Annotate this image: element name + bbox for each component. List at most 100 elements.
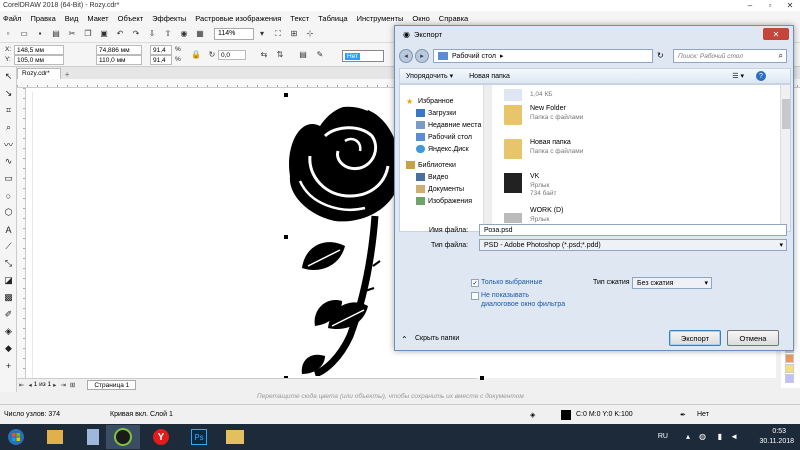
nav-scrollbar[interactable] [484, 85, 492, 231]
clock-time[interactable]: 0:53 [772, 428, 786, 435]
refresh-icon[interactable]: ↻ [657, 51, 664, 60]
organize-button[interactable]: Упорядочить ▾ [406, 72, 453, 80]
menu-edit[interactable]: Правка [30, 14, 55, 23]
compression-select[interactable]: Без сжатия ▾ [632, 277, 712, 289]
nav-recent[interactable]: Недавние места [400, 119, 483, 131]
snap-icon[interactable]: ⊹ [304, 28, 316, 40]
menu-object[interactable]: Объект [118, 14, 144, 23]
no-filter-dialog-checkbox[interactable] [471, 292, 479, 300]
maximize-icon[interactable]: ▫ [760, 0, 780, 11]
menu-table[interactable]: Таблица [318, 14, 347, 23]
last-page-icon[interactable]: ⇥ [60, 381, 65, 389]
freehand-tool-icon[interactable]: 〰 [2, 138, 15, 151]
mirror-h-icon[interactable]: ⇆ [258, 48, 270, 60]
selection-handle[interactable] [284, 235, 288, 239]
print-icon[interactable]: ▤ [50, 28, 62, 40]
new-folder-button[interactable]: Новая папка [469, 73, 510, 80]
smart-fill-icon[interactable]: ◆ [2, 342, 15, 355]
clock-date[interactable]: 30.11.2018 [759, 438, 794, 445]
fullscreen-icon[interactable]: ⛶ [272, 28, 284, 40]
width-field[interactable]: 74,886 мм [96, 45, 142, 55]
list-item[interactable]: 1,04 КБ [504, 85, 754, 101]
new-doc-icon[interactable]: ▫ [2, 28, 14, 40]
forward-icon[interactable]: ▸ [415, 49, 429, 63]
nav-images[interactable]: Изображения [400, 195, 483, 207]
volume-icon[interactable]: ◄ [730, 432, 738, 441]
menu-effects[interactable]: Эффекты [152, 14, 186, 23]
selection-handle[interactable] [480, 376, 484, 380]
menu-file[interactable]: Файл [3, 14, 21, 23]
pen-icon[interactable]: ✎ [314, 48, 326, 60]
language-indicator[interactable]: RU [658, 433, 668, 440]
outline-pen-icon[interactable]: ✒ [680, 411, 686, 419]
artistic-media-icon[interactable]: ∿ [2, 155, 15, 168]
open-icon[interactable]: ▭ [18, 28, 30, 40]
network-icon[interactable]: ▮ [718, 432, 722, 441]
dialog-close-button[interactable]: ✕ [763, 28, 789, 40]
zoom-tool-icon[interactable]: ⌕ [2, 121, 15, 134]
hide-folders-label[interactable]: Скрыть папки [415, 335, 459, 342]
taskbar-explorer-icon[interactable] [38, 425, 72, 449]
polygon-tool-icon[interactable]: ⬡ [2, 206, 15, 219]
transparency-icon[interactable]: ▩ [2, 291, 15, 304]
page-tab[interactable]: Страница 1 [87, 379, 137, 390]
menu-layout[interactable]: Макет [87, 14, 108, 23]
height-field[interactable]: 110,0 мм [96, 55, 142, 65]
drop-shadow-icon[interactable]: ◪ [2, 274, 15, 287]
close-icon[interactable]: ✕ [780, 0, 800, 11]
export-button[interactable]: Экспорт [669, 330, 721, 346]
pdf-icon[interactable]: ◉ [178, 28, 190, 40]
view-options-icon[interactable]: ☰ ▾ [732, 72, 744, 80]
paste-icon[interactable]: ▣ [98, 28, 110, 40]
taskbar-photoshop-icon[interactable]: Ps [182, 425, 216, 449]
minimize-icon[interactable]: – [740, 0, 760, 11]
add-page-icon[interactable]: ⊞ [70, 381, 75, 389]
menu-text[interactable]: Текст [290, 14, 309, 23]
add-tab-icon[interactable]: + [65, 70, 70, 79]
fill-tool-icon[interactable]: ◈ [530, 411, 535, 419]
copy-icon[interactable]: ❐ [82, 28, 94, 40]
export-icon[interactable]: ⇧ [162, 28, 174, 40]
prev-page-icon[interactable]: ◂ [28, 381, 31, 389]
palette-swatch[interactable] [785, 374, 794, 383]
start-button[interactable] [0, 424, 32, 450]
nav-desktop[interactable]: Рабочий стол [400, 131, 483, 143]
crop-tool-icon[interactable]: ⌗ [2, 104, 15, 117]
pick-tool-icon[interactable]: ↖ [2, 70, 15, 83]
search-input[interactable]: Поиск: Рабочий стол [673, 49, 787, 63]
rose-drawing[interactable] [280, 96, 410, 376]
ellipse-tool-icon[interactable]: ○ [2, 189, 15, 202]
vertical-ruler[interactable] [17, 88, 26, 378]
scale-x-field[interactable]: 91,4 [150, 45, 172, 55]
parallel-dimension-icon[interactable]: ⟋ [2, 240, 15, 253]
file-list-scrollbar[interactable] [780, 85, 790, 231]
undo-icon[interactable]: ↶ [114, 28, 126, 40]
text-tool-icon[interactable]: A [2, 223, 15, 236]
menu-bitmaps[interactable]: Растровые изображения [195, 14, 281, 23]
rotate-icon[interactable]: ↻ [206, 48, 218, 60]
back-icon[interactable]: ◂ [399, 49, 413, 63]
add-tool-icon[interactable]: + [2, 359, 15, 372]
rulers-icon[interactable]: ⊞ [288, 28, 300, 40]
document-tab[interactable]: Rozy.cdr* [17, 68, 61, 79]
rectangle-tool-icon[interactable]: ▭ [2, 172, 15, 185]
y-field[interactable]: 105,0 мм [14, 55, 64, 65]
nav-downloads[interactable]: Загрузки [400, 107, 483, 119]
address-chevron-icon[interactable]: ▸ [500, 52, 504, 60]
menu-help[interactable]: Справка [439, 14, 468, 23]
nav-documents[interactable]: Документы [400, 183, 483, 195]
list-item[interactable]: VK Ярлык 734 байт [504, 171, 754, 201]
taskbar-calculator-icon[interactable] [76, 425, 110, 449]
cut-icon[interactable]: ✂ [66, 28, 78, 40]
cancel-button[interactable]: Отмена [727, 330, 779, 346]
taskbar-yandex-icon[interactable]: Y [144, 425, 178, 449]
list-item[interactable]: Новая папка Папка с файлами [504, 137, 754, 167]
taskbar-folder-icon[interactable] [218, 425, 252, 449]
lock-ratio-icon[interactable]: 🔒 [190, 48, 202, 60]
menu-window[interactable]: Окно [412, 14, 429, 23]
help-icon[interactable]: ? [756, 71, 766, 81]
filetype-select[interactable]: PSD - Adobe Photoshop (*.psd;*.pdd) ▾ [479, 239, 787, 251]
first-page-icon[interactable]: ⇤ [19, 381, 24, 389]
next-page-icon[interactable]: ▸ [53, 381, 56, 389]
tray-arrow-icon[interactable]: ▴ [686, 432, 690, 441]
